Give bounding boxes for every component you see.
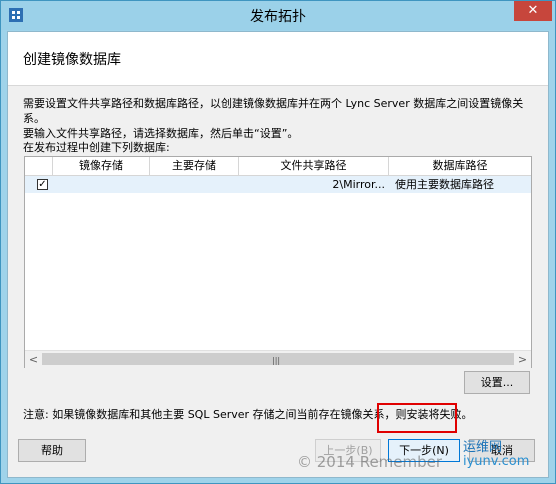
description-line-1: 需要设置文件共享路径和数据库路径，以创建镜像数据库并在两个 Lync Serve… [23,97,524,125]
column-mirror-store[interactable]: 镜像存储 [53,157,150,175]
watermark-copyright: © 2014 Remember [297,453,443,471]
grid-header: 镜像存储 主要存储 文件共享路径 数据库路径 [25,157,531,176]
close-button[interactable]: ✕ [514,1,552,21]
scroll-grip-icon: ||| [272,356,281,365]
next-button-highlight [377,403,457,433]
horizontal-scrollbar[interactable]: < ||| > [25,350,531,368]
scroll-right-icon[interactable]: > [514,351,531,368]
cell-database-path: 使用主要数据库路径 [395,178,494,191]
column-primary-store[interactable]: 主要存储 [150,157,239,175]
wizard-frame: 创建镜像数据库 需要设置文件共享路径和数据库路径，以创建镜像数据库并在两个 Ly… [7,31,549,478]
watermark-site-name: 运维网 [463,440,503,455]
watermark-site-url: iyunv.com [463,454,530,469]
description: 需要设置文件共享路径和数据库路径，以创建镜像数据库并在两个 Lync Serve… [23,96,543,141]
wizard-header: 创建镜像数据库 [8,32,548,86]
cell-mirror-store [57,176,150,193]
column-database-path[interactable]: 数据库路径 [389,157,531,175]
title-bar: 发布拓扑 ✕ [1,1,555,30]
table-row[interactable]: ✓ 2\Mirror... 使用主要数据库路径 [25,176,531,193]
watermark-logo: 运维网 iyunv.com [463,441,529,469]
page-title: 创建镜像数据库 [23,52,121,68]
checkbox-column-header [25,157,53,175]
scroll-left-icon[interactable]: < [25,351,42,368]
publish-topology-window: 发布拓扑 ✕ 创建镜像数据库 需要设置文件共享路径和数据库路径，以创建镜像数据库… [0,0,556,484]
column-file-share-path[interactable]: 文件共享路径 [239,157,389,175]
cell-primary-store [154,176,239,193]
database-list-label: 在发布过程中创建下列数据库: [23,141,170,154]
window-title: 发布拓扑 [250,9,306,25]
settings-button[interactable]: 设置... [464,371,530,394]
row-checkbox[interactable]: ✓ [37,179,48,190]
scroll-thumb[interactable]: ||| [42,353,514,365]
help-button[interactable]: 帮助 [18,439,86,462]
cell-file-share-path: 2\Mirror... [332,178,385,191]
database-grid[interactable]: 镜像存储 主要存储 文件共享路径 数据库路径 ✓ 2\Mirror... 使用主… [24,156,532,368]
